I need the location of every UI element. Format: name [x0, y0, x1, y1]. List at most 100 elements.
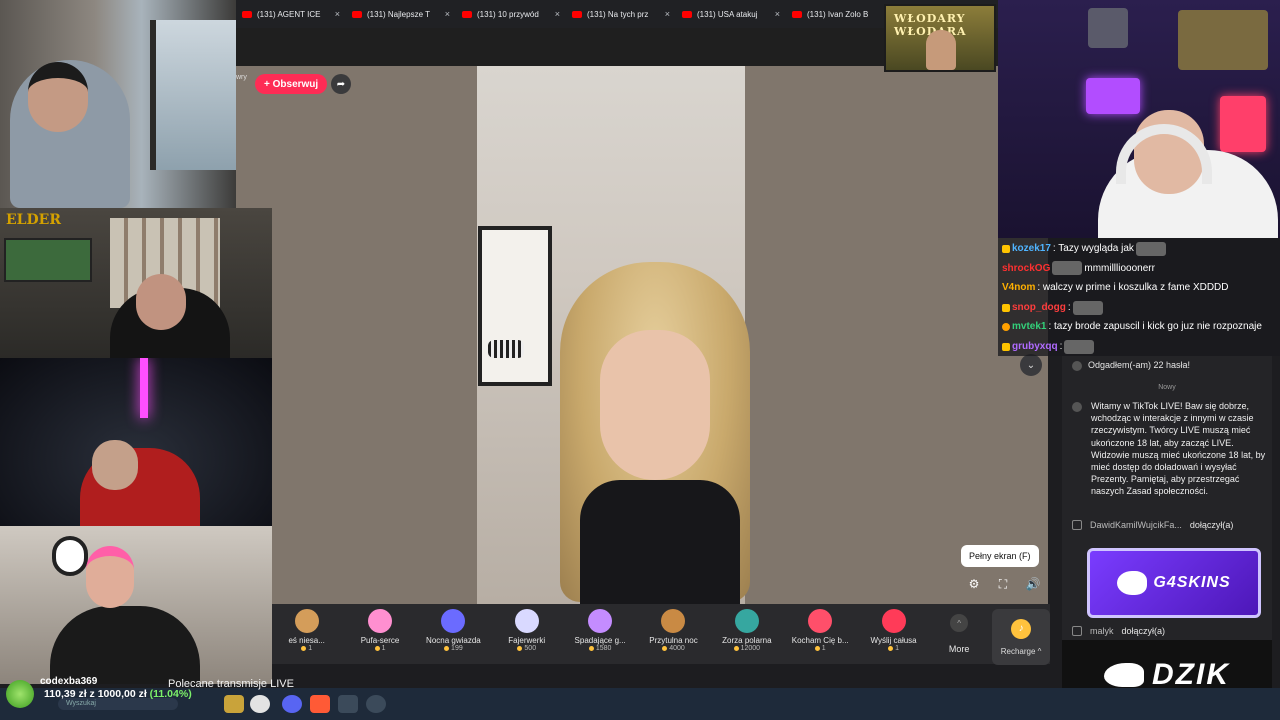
chat-nick: snop_dogg — [1012, 301, 1066, 313]
boar-icon — [1104, 663, 1144, 687]
join-notice: malyk dołączył(a) — [1072, 626, 1165, 636]
gift-name: Przytulna noc — [649, 636, 698, 645]
youtube-icon — [792, 10, 802, 18]
gift-bar: eś niesa... 1 Pufa-serce 1 Nocna gwiazda 19… — [270, 604, 1051, 665]
elder-logo: ELDER — [6, 212, 61, 228]
g4skins-sponsor-logo: G4SKINS — [1087, 548, 1261, 618]
fullscreen-tooltip: Pełny ekran (F) — [961, 545, 1039, 567]
browser-tab[interactable]: (131) AGENT ICE × — [236, 1, 346, 27]
close-tab-icon[interactable]: × — [445, 9, 450, 19]
file-explorer-icon[interactable] — [224, 695, 244, 713]
join-user[interactable]: malyk — [1090, 626, 1114, 636]
settings-icon[interactable]: ⚙ — [966, 576, 982, 592]
coin-icon — [517, 646, 523, 651]
emote-icon — [1072, 300, 1103, 315]
gift-item[interactable]: eś niesa... 1 — [270, 609, 343, 652]
coin-icon — [301, 646, 307, 651]
streamer-face — [600, 330, 710, 480]
webcam-3 — [0, 358, 272, 526]
gift-icon — [294, 609, 319, 633]
emote-icon — [1135, 241, 1166, 256]
gift-item[interactable]: Wyślij całusa 1 — [857, 609, 930, 652]
gift-price: 500 — [524, 645, 537, 652]
join-icon — [1072, 626, 1082, 636]
tiktok-icon — [1072, 402, 1082, 412]
close-tab-icon[interactable]: × — [775, 9, 780, 19]
user-avatar — [1072, 361, 1082, 371]
gift-name: Kocham Cię b... — [791, 636, 849, 645]
youtube-icon — [242, 10, 252, 18]
emote-icon — [1064, 339, 1095, 354]
overlay-chat: kozek17: Tazy wygląda jak shrockOG mmmill… — [998, 238, 1280, 356]
discord-icon[interactable] — [282, 695, 302, 713]
chevron-down-icon[interactable]: ⌄ — [1020, 354, 1042, 376]
chat-nick: shrockOG — [1002, 262, 1051, 274]
gift-price: 199 — [451, 645, 463, 652]
gift-price: 4000 — [669, 645, 685, 652]
more-gifts-button[interactable]: ^ More — [930, 609, 988, 654]
arm-badge-icon — [1002, 303, 1010, 312]
gift-price: 1 — [821, 645, 826, 652]
chat-message: mvtek1: tazy brode zapuscil i kick go ju… — [1002, 317, 1276, 337]
close-tab-icon[interactable]: × — [665, 9, 670, 19]
youtube-icon — [352, 10, 362, 18]
coin-icon — [662, 646, 668, 651]
gift-name: Wyślij całusa — [870, 636, 917, 645]
gift-icon — [734, 609, 759, 633]
zebra-image — [488, 340, 524, 358]
goal-name: codexba369 — [40, 676, 98, 687]
crown-badge-icon — [1002, 244, 1010, 253]
browser-tab[interactable]: (131) Na tych prz × — [566, 1, 676, 27]
close-tab-icon[interactable]: × — [335, 9, 340, 19]
obs-icon[interactable] — [366, 695, 386, 713]
gift-item[interactable]: Fajerwerki 500 — [490, 609, 563, 652]
gift-item[interactable]: Pufa-serce 1 — [343, 609, 416, 652]
gift-name: eś niesa... — [288, 636, 325, 645]
gift-price: 1 — [895, 645, 899, 652]
webcam-4 — [0, 526, 272, 684]
gift-item[interactable]: Nocna gwiazda 199 — [417, 609, 490, 652]
chrome-icon[interactable] — [250, 695, 270, 713]
window-icon[interactable] — [338, 695, 358, 713]
alert-badge-icon — [1002, 323, 1010, 332]
browser-tab[interactable]: (131) 10 przywód × — [456, 1, 566, 27]
gift-name: Pufa-serce — [360, 636, 400, 645]
chat-nick: grubyxqq — [1012, 340, 1058, 352]
share-icon[interactable]: ➦ — [331, 74, 351, 94]
coin-icon — [733, 646, 739, 651]
coin-icon — [888, 646, 894, 651]
chat-item: Odgadłem(-am) 22 hasła! — [1072, 360, 1190, 371]
gift-price: 1580 — [595, 645, 612, 652]
gift-icon — [881, 609, 906, 633]
webcam-1 — [0, 0, 236, 208]
fullscreen-icon[interactable]: ⛶ — [995, 576, 1011, 592]
arm-badge-icon — [1002, 342, 1010, 351]
chat-text: : — [1067, 301, 1071, 313]
gift-item[interactable]: Przytulna noc 4000 — [637, 609, 710, 652]
youtube-icon — [682, 10, 692, 18]
gift-item[interactable]: Zorza polarna 12000 — [710, 609, 783, 652]
gift-item[interactable]: Spadające g... 1580 — [563, 609, 636, 652]
system-message: Witamy w TikTok LIVE! Baw się dobrze, wc… — [1072, 400, 1266, 498]
streamer-sweater — [580, 480, 740, 604]
chat-message: kozek17: Tazy wygląda jak — [1002, 239, 1276, 259]
join-user[interactable]: DawidKamilWujcikFa... — [1090, 520, 1182, 530]
app-icon[interactable] — [310, 695, 330, 713]
wlodary-banner: WŁODARY WŁODARA — [884, 4, 996, 72]
volume-icon[interactable]: 🔊 — [1025, 576, 1041, 592]
donation-goal: codexba369 110,39 zł z 1000,00 zł (11.04… — [4, 676, 204, 710]
gift-name: Fajerwerki — [508, 636, 546, 645]
close-tab-icon[interactable]: × — [555, 9, 560, 19]
gift-item[interactable]: Kocham Cię b... 1 — [784, 609, 857, 652]
browser-tab[interactable]: (131) Najlepsze T × — [346, 1, 456, 27]
browser-tab[interactable]: (131) Ivan Zolo B — [786, 1, 896, 27]
recharge-button[interactable]: ♪ Recharge ^ — [992, 609, 1051, 665]
browser-tab[interactable]: (131) USA atakuj × — [676, 1, 786, 27]
follow-button[interactable]: + Obserwuj — [255, 74, 328, 94]
gift-icon — [441, 609, 466, 633]
coin-icon — [374, 646, 380, 651]
gift-name: Nocna gwiazda — [426, 636, 481, 645]
youtube-icon — [572, 10, 582, 18]
streamer-name[interactable]: wry — [236, 74, 247, 81]
gift-name: Zorza polarna — [722, 636, 772, 645]
